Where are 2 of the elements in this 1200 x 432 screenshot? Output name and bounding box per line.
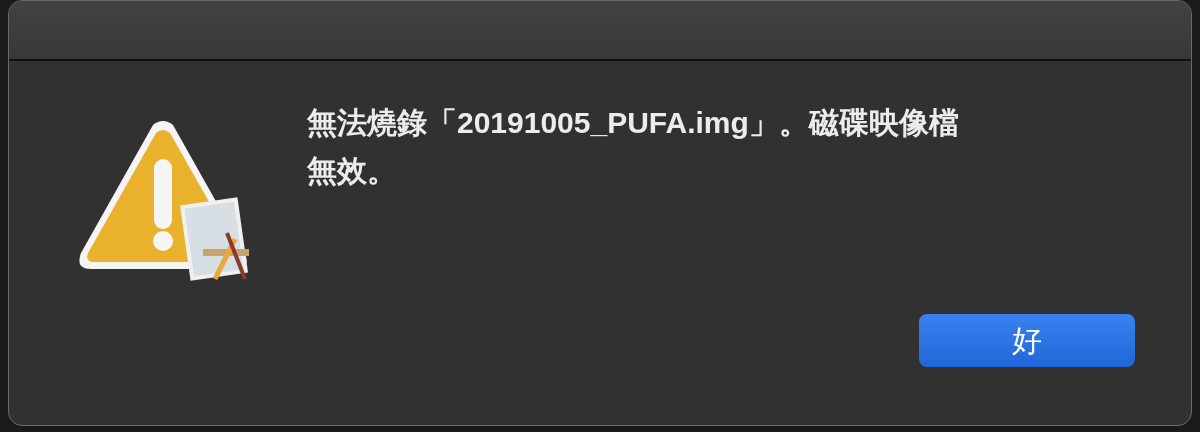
error-message: 無法燒錄「20191005_PUFA.img」。磁碟映像檔無效。 bbox=[307, 105, 960, 189]
ok-button[interactable]: 好 bbox=[919, 314, 1135, 367]
